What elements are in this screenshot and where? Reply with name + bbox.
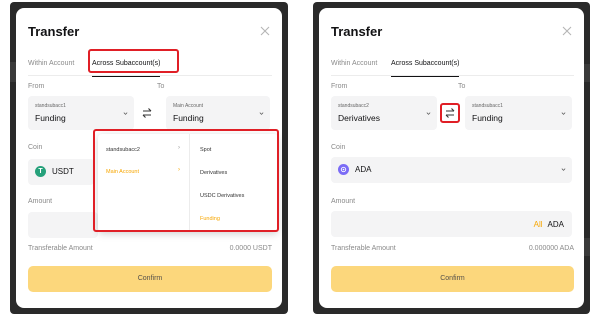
close-icon[interactable] [560,24,574,38]
to-account-select[interactable]: standsubacc1 Funding [465,96,572,130]
amount-input[interactable]: All ADA [331,211,572,237]
amount-label: Amount [331,198,356,205]
coin-name: USDT [52,167,74,176]
dropdown-type-item[interactable]: Spot [200,147,211,153]
dropdown-account-item[interactable]: standsubacc2 [106,147,140,153]
swap-icon[interactable] [141,107,153,119]
coin-name: ADA [355,165,372,174]
transfer-tabs: Within Account Across Subaccount(s) [28,54,272,77]
coin-label: Coin [28,144,43,151]
coin-label: Coin [331,144,346,151]
modal-title: Transfer [331,24,383,39]
to-account-type: Funding [472,113,503,123]
close-icon[interactable] [258,24,272,38]
modal-title: Transfer [28,24,80,39]
transfer-modal: Transfer Within Account Across Subaccoun… [319,8,584,308]
transferable-label: Transferable Amount [28,245,93,252]
to-account-name: standsubacc1 [472,103,503,109]
transferable-row: Transferable Amount 0.0000 USDT [28,245,272,252]
transferable-value: 0.0000 USDT [229,245,272,252]
chevron-down-icon [561,112,566,115]
from-account-select[interactable]: standsubacc1 Funding [28,96,134,130]
confirm-button[interactable]: Confirm [28,266,272,292]
chevron-down-icon [561,168,566,171]
from-account-type: Funding [35,113,66,123]
amount-suffix: All ADA [534,220,564,229]
dropdown-type-item[interactable]: USDC Derivatives [200,193,244,199]
left-screenshot: Transfer Within Account Across Subaccoun… [10,2,288,314]
chevron-right-icon: › [178,167,180,173]
ada-coin-icon [338,164,349,175]
all-button[interactable]: All [534,220,543,229]
to-label: To [157,83,165,90]
from-account-name: standsubacc1 [35,103,66,109]
to-account-name: Main Account [173,103,204,109]
usdt-coin-icon: T [35,166,46,177]
from-account-type: Derivatives [338,113,381,123]
swap-icon[interactable] [444,107,456,119]
transferable-row: Transferable Amount 0.000000 ADA [331,245,574,252]
to-account-dropdown: standsubacc2 › Main Account › Spot Deriv… [98,134,278,232]
to-label: To [458,83,466,90]
account-list: standsubacc2 › Main Account › [98,134,190,232]
amount-label: Amount [28,198,53,205]
coin-select[interactable]: ADA [331,157,572,183]
chevron-down-icon [259,112,264,115]
amount-input[interactable] [28,212,98,238]
screenshot: Transfer Within Account Across Subaccoun… [0,0,600,320]
transfer-tabs: Within Account Across Subaccount(s) [331,54,574,77]
to-account-select[interactable]: Main Account Funding [166,96,270,130]
tab-within-account[interactable]: Within Account [28,54,74,74]
tab-across-subaccounts[interactable]: Across Subaccount(s) [391,54,460,77]
tab-within-account[interactable]: Within Account [331,54,377,74]
transfer-modal: Transfer Within Account Across Subaccoun… [16,8,282,308]
chevron-down-icon [426,112,431,115]
chevron-right-icon: › [178,145,180,151]
transferable-label: Transferable Amount [331,245,396,252]
from-label: From [28,83,45,90]
coin-select[interactable]: T USDT [28,159,94,185]
from-account-name: standsubacc2 [338,103,369,109]
chevron-down-icon [123,112,128,115]
dropdown-type-item-selected[interactable]: Funding [200,216,220,222]
to-account-type: Funding [173,113,204,123]
dropdown-type-item[interactable]: Derivatives [200,170,227,176]
from-account-select[interactable]: standsubacc2 Derivatives [331,96,437,130]
confirm-button[interactable]: Confirm [331,266,574,292]
right-screenshot: Transfer Within Account Across Subaccoun… [313,2,590,314]
dropdown-account-item-selected[interactable]: Main Account [106,169,139,175]
transferable-value: 0.000000 ADA [528,245,574,252]
from-label: From [331,83,348,90]
amount-currency: ADA [547,220,564,229]
tab-across-subaccounts[interactable]: Across Subaccount(s) [92,54,161,77]
